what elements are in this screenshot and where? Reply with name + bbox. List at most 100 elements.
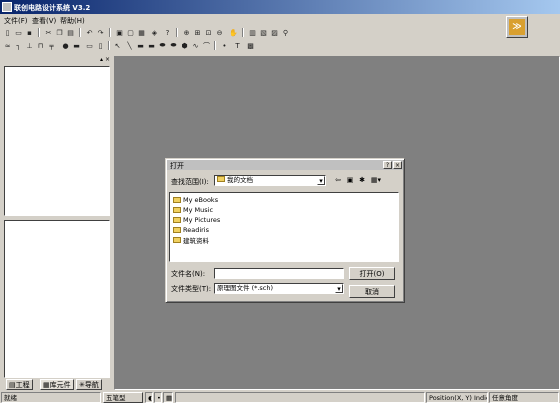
back-icon[interactable]: ⇦	[333, 175, 343, 185]
component-icon[interactable]: ⚲	[280, 27, 291, 38]
status-bar: 就绪 五笔型 ◐ • ▦ Position(X, Y) Indicate 任意角…	[0, 391, 560, 403]
menu-help[interactable]: 帮助(H)	[60, 16, 85, 26]
new-icon[interactable]: ▯	[2, 27, 13, 38]
memory-icon[interactable]: ▯	[95, 40, 106, 51]
image-icon[interactable]: ▩	[245, 40, 256, 51]
ime-punct-icon[interactable]: •	[154, 392, 162, 403]
capacitor-icon[interactable]: ▬	[71, 40, 82, 51]
menu-file[interactable]: 文件(F)	[4, 16, 28, 26]
power-icon[interactable]: ╤	[46, 40, 57, 51]
up-folder-icon[interactable]: ▣	[345, 175, 355, 185]
port-icon[interactable]: ⊓	[35, 40, 46, 51]
zoom-fit-icon[interactable]: ⊞	[192, 27, 203, 38]
project-tree[interactable]	[4, 66, 110, 216]
filename-label: 文件名(N):	[171, 270, 206, 278]
tab-label: 库元件	[49, 380, 71, 389]
folder-name: 建筑资料	[183, 236, 209, 245]
zoom-out-icon[interactable]: ⊖	[214, 27, 225, 38]
position-indicator: Position(X, Y) Indicate	[426, 392, 488, 403]
folder-icon	[173, 196, 181, 203]
tab-navigator[interactable]: ✳ 导航	[76, 379, 102, 390]
view-menu-icon[interactable]: ▦▾	[369, 175, 383, 185]
list-item[interactable]: My Pictures	[173, 215, 220, 224]
roundrect-icon[interactable]: ▬	[146, 40, 157, 51]
bus-icon[interactable]: ┐	[13, 40, 24, 51]
new-folder-icon[interactable]: ✱	[357, 175, 367, 185]
dialog-title: 打开	[170, 162, 184, 170]
text-icon[interactable]: T	[232, 40, 243, 51]
redo-icon[interactable]: ↷	[95, 27, 106, 38]
print-icon[interactable]: ▣	[114, 27, 125, 38]
ellipse-icon[interactable]: ⬬	[157, 40, 168, 51]
grid-icon[interactable]: ▥	[247, 27, 258, 38]
panel-close-icon[interactable]: ▴ ×	[100, 56, 110, 63]
report-icon[interactable]: ▦	[136, 27, 147, 38]
title-bar: 联创电路设计系统 V3.2	[0, 0, 560, 14]
zoom-in-icon[interactable]: ⊕	[181, 27, 192, 38]
tab-library[interactable]: ▦ 库元件	[40, 379, 74, 390]
ime-moon-icon[interactable]: ◐	[145, 392, 153, 403]
folder-name: My Pictures	[183, 215, 221, 224]
arc-icon[interactable]: ⌒	[201, 40, 212, 51]
project-tab-icon: ▤	[9, 380, 16, 389]
toolbar-drawing: ≈ ┐ ⊥ ⊓ ╤ ● ▬ ▭ ▯ ↖ ╲ ▬ ▬ ⬬ ⬬ ⬢ ∿ ⌒ • T …	[2, 40, 302, 52]
component-list[interactable]	[4, 220, 110, 378]
toolbar-standard: ▯ ▭ ▪ ✂ ❐ ▤ ↶ ↷ ▣ ▢ ▦ ◈ ? ⊕ ⊞ ⊡ ⊖ ✋ ▥ ▧ …	[2, 27, 302, 39]
dot-icon[interactable]: •	[219, 40, 230, 51]
dialog-help-button[interactable]: ?	[383, 161, 392, 169]
dialog-title-bar: 打开 ? ×	[167, 160, 403, 170]
pan-icon[interactable]: ✋	[228, 27, 239, 38]
app-icon	[2, 2, 12, 12]
list-item[interactable]: Readiris	[173, 225, 209, 234]
menu-view[interactable]: 查看(V)	[32, 16, 56, 26]
save-icon[interactable]: ▪	[24, 27, 35, 38]
filetype-select[interactable]: 原理图文件 (*.sch)	[214, 283, 344, 294]
status-ready: 就绪	[1, 392, 101, 403]
paste-icon[interactable]: ▤	[65, 27, 76, 38]
tab-label: 导航	[84, 380, 99, 389]
ellipse-filled-icon[interactable]: ⬬	[168, 40, 179, 51]
line-icon[interactable]: ╲	[124, 40, 135, 51]
lookin-label: 查找范围(I):	[171, 178, 209, 186]
filename-input[interactable]	[214, 268, 344, 279]
library-tab-icon: ▦	[43, 380, 50, 389]
filetype-label: 文件类型(T):	[171, 285, 212, 293]
cancel-button[interactable]: 取消	[349, 285, 395, 298]
tab-project[interactable]: ▤ 工程	[6, 379, 33, 390]
help-icon[interactable]: ?	[162, 27, 173, 38]
chip-icon[interactable]: ▭	[84, 40, 95, 51]
rect-icon[interactable]: ▬	[135, 40, 146, 51]
junction-icon[interactable]: ⊥	[24, 40, 35, 51]
ime-mode[interactable]: 五笔型	[103, 392, 143, 403]
polygon-icon[interactable]: ⬢	[179, 40, 190, 51]
ground-icon[interactable]: ●	[60, 40, 71, 51]
snap-icon[interactable]: ▧	[258, 27, 269, 38]
app-logo-icon[interactable]: ≫	[506, 16, 528, 38]
list-item[interactable]: 建筑资料	[173, 235, 209, 245]
open-icon[interactable]: ▭	[13, 27, 24, 38]
undo-icon[interactable]: ↶	[84, 27, 95, 38]
copy-icon[interactable]: ❐	[54, 27, 65, 38]
ime-keyboard-icon[interactable]: ▦	[163, 392, 173, 403]
open-button[interactable]: 打开(O)	[349, 267, 395, 280]
folder-icon	[173, 206, 181, 213]
lookin-value: 我的文档	[227, 176, 253, 184]
lookin-select[interactable]: 我的文档	[214, 175, 326, 186]
chevron-down-icon[interactable]: ▾	[335, 284, 343, 293]
cut-icon[interactable]: ✂	[43, 27, 54, 38]
net-icon[interactable]: ▨	[269, 27, 280, 38]
pcb-icon[interactable]: ◈	[149, 27, 160, 38]
folder-name: Readiris	[183, 225, 210, 234]
chevron-down-icon[interactable]: ▾	[317, 176, 325, 185]
list-item[interactable]: My eBooks	[173, 195, 218, 204]
folder-name: My eBooks	[183, 195, 219, 204]
preview-icon[interactable]: ▢	[125, 27, 136, 38]
watermark-url: co188.com	[252, 220, 326, 231]
wire-icon[interactable]: ≈	[2, 40, 13, 51]
list-item[interactable]: My Music	[173, 205, 213, 214]
dialog-close-button[interactable]: ×	[393, 161, 402, 169]
zoom-window-icon[interactable]: ⊡	[203, 27, 214, 38]
select-icon[interactable]: ↖	[112, 40, 123, 51]
folder-name: My Music	[183, 205, 214, 214]
curve-icon[interactable]: ∿	[190, 40, 201, 51]
